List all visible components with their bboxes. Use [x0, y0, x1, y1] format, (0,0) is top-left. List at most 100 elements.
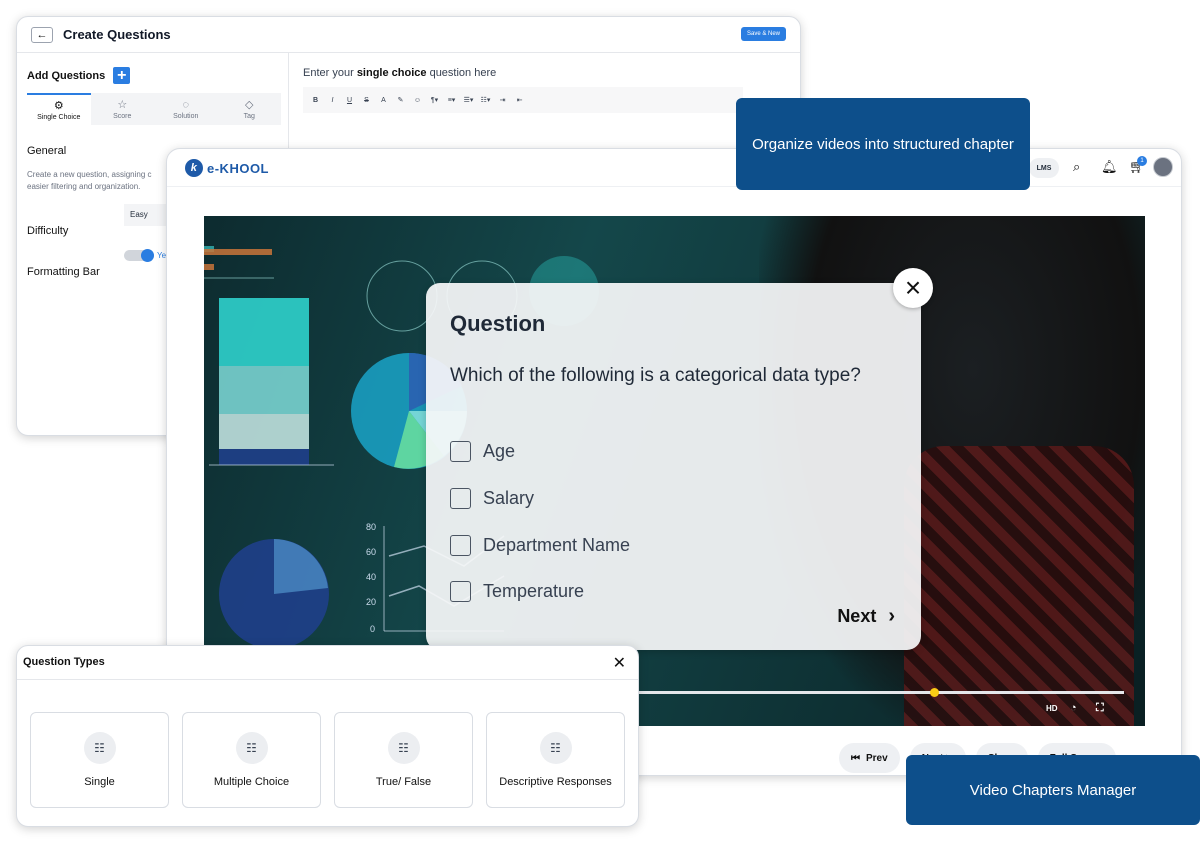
close-icon[interactable]: ✕ — [613, 653, 626, 673]
toolbar-button[interactable]: ≡▾ — [443, 96, 460, 104]
star-icon: ☆ — [117, 98, 128, 111]
svg-text:40: 40 — [366, 572, 376, 582]
toolbar-button[interactable]: ⇥ — [494, 96, 511, 104]
type-label: True/ False — [375, 776, 432, 788]
tab-label: Score — [113, 112, 132, 120]
cart-badge: 1 — [1137, 156, 1147, 166]
type-label: Multiple Choice — [213, 776, 290, 788]
tab-label: Tag — [243, 112, 255, 120]
question-modal: Question Which of the following is a cat… — [426, 283, 921, 650]
svg-text:60: 60 — [366, 547, 376, 557]
hd-quality-badge[interactable]: HD — [1046, 704, 1058, 713]
tab-solution[interactable]: ◌ Solution — [154, 93, 218, 125]
option-label: Age — [483, 441, 516, 461]
formatting-toggle-text: Ye — [157, 251, 167, 260]
option-label: Salary — [483, 488, 535, 508]
speech-bubble-icon: ◌ — [182, 98, 190, 111]
toolbar-button[interactable]: ☰▾ — [460, 96, 477, 104]
answer-option[interactable]: Salary — [450, 488, 534, 509]
add-question-plus-icon[interactable]: + — [113, 67, 131, 84]
tab-tag[interactable]: ◇ Tag — [218, 93, 282, 125]
answer-option[interactable]: Department Name — [450, 535, 630, 556]
list-icon: ☷ — [235, 732, 268, 764]
option-checkbox[interactable] — [450, 581, 471, 602]
back-arrow-icon[interactable]: ← — [31, 26, 53, 43]
fullscreen-icon[interactable]: ⛶ — [1096, 702, 1104, 715]
formatting-bar-toggle[interactable] — [124, 249, 154, 262]
question-types-title: Question Types — [23, 656, 105, 668]
toggle-knob — [141, 249, 154, 262]
toolbar-button[interactable]: ☺ — [409, 97, 426, 104]
list-icon: ☷ — [539, 732, 572, 764]
toolbar-button[interactable]: ⇤ — [511, 96, 528, 104]
tab-label: Single Choice — [37, 113, 81, 121]
formatting-toolbar: B I U S A ✎ ☺ ¶▾ ≡▾ ☰▾ ☷▾ ⇥ ⇤ — [303, 87, 743, 113]
question-types-header: Question Types ✕ — [17, 646, 638, 680]
question-type-list: ☷ Single ☷ Multiple Choice ☷ True/ False ☷ D… — [30, 712, 625, 808]
video-progress-bar[interactable] — [634, 688, 1124, 697]
lms-button[interactable]: LMS — [1029, 158, 1059, 178]
ekhool-logo[interactable]: k e-KHOOL — [185, 159, 269, 177]
prompt-suffix: question here — [426, 67, 497, 79]
question-prompt: Enter your single choice question here — [303, 67, 496, 79]
tab-score[interactable]: ☆ Score — [91, 93, 155, 125]
save-new-button[interactable]: Save & New — [740, 27, 786, 41]
close-icon[interactable]: × — [893, 268, 933, 308]
toolbar-button[interactable]: B — [307, 97, 324, 104]
formatting-bar-label: Formatting Bar — [27, 266, 100, 278]
presenter-shirt — [904, 446, 1134, 726]
answer-option[interactable]: Age — [450, 441, 515, 462]
question-type-multiple-choice[interactable]: ☷ Multiple Choice — [182, 712, 321, 808]
toolbar-button[interactable]: S — [358, 97, 375, 104]
question-type-true-false[interactable]: ☷ True/ False — [334, 712, 473, 808]
chevron-right-icon: › — [888, 605, 895, 627]
option-checkbox[interactable] — [450, 441, 471, 462]
toolbar-button[interactable]: I — [324, 97, 341, 104]
question-title: Question — [450, 311, 546, 336]
list-icon: ☷ — [387, 732, 420, 764]
svg-text:80: 80 — [366, 522, 376, 532]
general-description: Create a new question, assigning c easie… — [27, 170, 152, 191]
toolbar-button[interactable]: ✎ — [392, 96, 409, 104]
bell-icon[interactable]: 🔔︎ — [1101, 159, 1118, 175]
question-type-descriptive[interactable]: ☷ Descriptive Responses — [486, 712, 625, 808]
general-heading: General — [27, 145, 67, 157]
option-checkbox[interactable] — [450, 488, 471, 509]
difficulty-label: Difficulty — [27, 225, 69, 237]
avatar[interactable] — [1153, 157, 1173, 177]
create-questions-header: ← Create Questions Save & New — [17, 17, 800, 53]
progress-handle[interactable] — [930, 688, 939, 697]
list-icon: ☷ — [83, 732, 116, 764]
prompt-bold: single choice — [356, 67, 427, 79]
svg-text:0: 0 — [370, 624, 375, 634]
tag-icon: ◇ — [245, 98, 254, 111]
type-label: Descriptive Responses — [499, 776, 612, 788]
option-checkbox[interactable] — [450, 535, 471, 556]
prompt-prefix: Enter your — [303, 67, 357, 79]
search-icon[interactable]: ⌕ — [1073, 159, 1080, 175]
question-tabs: ⚙ Single Choice ☆ Score ◌ Solution ◇ Tag — [27, 93, 281, 125]
toolbar-button[interactable]: ¶▾ — [426, 96, 443, 104]
prev-icon: ⏮ — [851, 752, 860, 764]
logo-mark-icon: k — [185, 159, 203, 177]
answer-option[interactable]: Temperature — [450, 581, 584, 602]
gear-icon: ⚙ — [53, 99, 64, 112]
question-type-single[interactable]: ☷ Single — [30, 712, 169, 808]
toolbar-button[interactable]: ☷▾ — [477, 96, 494, 104]
type-label: Single — [84, 776, 115, 788]
question-text: Which of the following is a categorical … — [450, 365, 861, 386]
playback-speed-icon[interactable]: ◔ — [1070, 702, 1077, 714]
svg-text:20: 20 — [366, 597, 376, 607]
toolbar-button[interactable]: A — [375, 97, 392, 104]
next-button[interactable]: Next › — [837, 605, 895, 628]
tab-label: Solution — [173, 112, 199, 120]
tab-single-choice[interactable]: ⚙ Single Choice — [27, 93, 91, 125]
logo-text: e-KHOOL — [207, 160, 269, 176]
toolbar-button[interactable]: U — [341, 97, 358, 104]
question-types-panel: Question Types ✕ ☷ Single ☷ Multiple Choic… — [16, 645, 639, 827]
option-label: Temperature — [483, 581, 585, 601]
prev-button[interactable]: ⏮ Prev — [839, 743, 900, 773]
next-label: Next — [837, 606, 877, 626]
add-questions-heading: Add Questions + — [27, 67, 131, 84]
page-title: Create Questions — [63, 27, 171, 42]
